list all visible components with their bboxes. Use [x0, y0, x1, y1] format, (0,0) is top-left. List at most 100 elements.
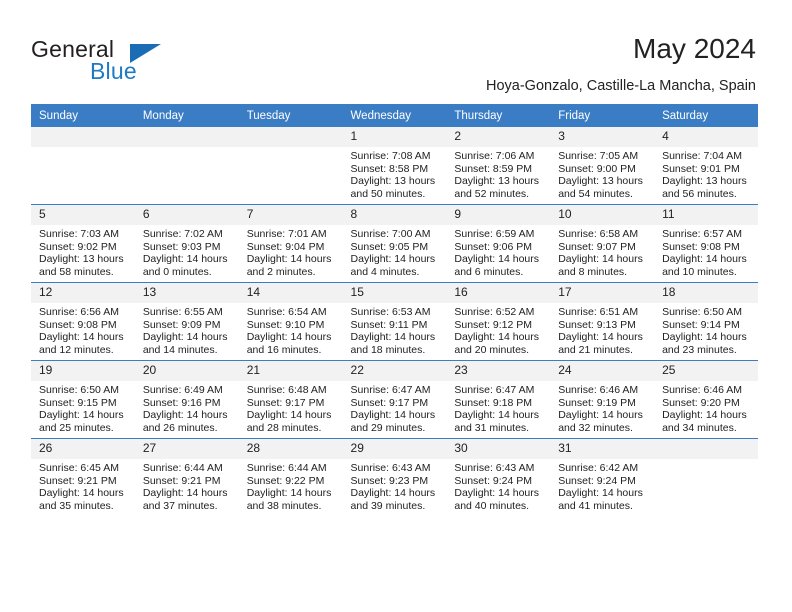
calendar-day-cell[interactable]: 31 Sunrise: 6:42 AM Sunset: 9:24 PM Dayligh…	[550, 438, 655, 516]
calendar-day-cell[interactable]: 23 Sunrise: 6:47 AM Sunset: 9:18 PM Dayligh…	[446, 360, 551, 439]
day-daylight2-text: and 23 minutes.	[662, 343, 737, 356]
day-daylight1-text: Daylight: 14 hours	[350, 487, 436, 500]
day-sun-info: Sunrise: 6:57 AM Sunset: 9:08 PM Daylight:…	[654, 225, 758, 278]
calendar-day-cell[interactable]: 10 Sunrise: 6:58 AM Sunset: 9:07 PM Dayligh…	[550, 204, 655, 283]
calendar-day-cell[interactable]: 29 Sunrise: 6:43 AM Sunset: 9:23 PM Dayligh…	[342, 438, 447, 516]
calendar-day-cell[interactable]: 9 Sunrise: 6:59 AM Sunset: 9:06 PM Daylight…	[446, 204, 551, 283]
day-daylight1-text: Daylight: 14 hours	[39, 409, 124, 422]
calendar-day-cell[interactable]: 20 Sunrise: 6:49 AM Sunset: 9:16 PM Dayligh…	[134, 360, 239, 439]
day-number: 18	[654, 283, 758, 303]
day-number: 17	[550, 283, 655, 303]
day-daylight1-text: Daylight: 14 hours	[350, 253, 436, 266]
day-sunset-text: Sunset: 9:11 PM	[350, 318, 428, 331]
logo[interactable]: General Blue	[31, 36, 211, 88]
day-daylight2-text: and 31 minutes.	[454, 421, 530, 434]
day-number: 16	[446, 283, 551, 303]
calendar-day-cell[interactable]: 3 Sunrise: 7:05 AM Sunset: 9:00 PM Daylight…	[550, 127, 655, 205]
calendar-week-row: 26 Sunrise: 6:45 AM Sunset: 9:21 PM Dayligh…	[31, 438, 758, 516]
day-sun-info: Sunrise: 6:42 AM Sunset: 9:24 PM Daylight:…	[550, 459, 654, 512]
calendar-day-cell[interactable]: 21 Sunrise: 6:48 AM Sunset: 9:17 PM Dayligh…	[238, 360, 343, 439]
day-sun-info: Sunrise: 6:52 AM Sunset: 9:12 PM Daylight:…	[446, 303, 550, 356]
day-daylight2-text: and 34 minutes.	[662, 421, 737, 434]
day-sunset-text: Sunset: 9:18 PM	[454, 396, 533, 409]
day-daylight2-text: and 54 minutes.	[558, 187, 633, 200]
day-sun-info: Sunrise: 6:44 AM Sunset: 9:21 PM Daylight:…	[135, 459, 239, 512]
day-sun-info: Sunrise: 6:43 AM Sunset: 9:23 PM Daylight:…	[343, 459, 447, 512]
calendar-day-cell[interactable]: 16 Sunrise: 6:52 AM Sunset: 9:12 PM Dayligh…	[446, 282, 551, 361]
day-number: 19	[31, 361, 135, 381]
day-daylight2-text: and 39 minutes.	[350, 499, 426, 512]
calendar-day-cell[interactable]: 30 Sunrise: 6:43 AM Sunset: 9:24 PM Dayligh…	[446, 438, 551, 516]
calendar-day-cell[interactable]: 27 Sunrise: 6:44 AM Sunset: 9:21 PM Dayligh…	[134, 438, 239, 516]
day-sunset-text: Sunset: 9:07 PM	[558, 240, 636, 253]
day-daylight2-text: and 16 minutes.	[246, 343, 322, 356]
day-daylight2-text: and 56 minutes.	[662, 187, 737, 200]
calendar-day-cell[interactable]: 4 Sunrise: 7:04 AM Sunset: 9:01 PM Daylight…	[654, 127, 758, 205]
day-number: 31	[550, 439, 655, 459]
day-daylight2-text: and 20 minutes.	[454, 343, 530, 356]
day-sunset-text: Sunset: 9:12 PM	[454, 318, 533, 331]
calendar-day-cell[interactable]: 17 Sunrise: 6:51 AM Sunset: 9:13 PM Dayligh…	[550, 282, 655, 361]
weekday-header-saturday: Saturday	[654, 104, 758, 127]
day-daylight1-text: Daylight: 14 hours	[142, 253, 228, 266]
day-daylight1-text: Daylight: 14 hours	[558, 487, 643, 500]
day-sun-info: Sunrise: 6:47 AM Sunset: 9:17 PM Daylight:…	[343, 381, 447, 434]
day-sunset-text: Sunset: 9:20 PM	[662, 396, 740, 409]
day-sunrise-text: Sunrise: 6:56 AM	[39, 306, 119, 318]
calendar-day-cell[interactable]: 26 Sunrise: 6:45 AM Sunset: 9:21 PM Dayligh…	[31, 438, 135, 516]
calendar-day-cell[interactable]: 22 Sunrise: 6:47 AM Sunset: 9:17 PM Dayligh…	[342, 360, 447, 439]
day-daylight1-text: Daylight: 14 hours	[454, 253, 540, 266]
day-sun-info: Sunrise: 6:43 AM Sunset: 9:24 PM Daylight:…	[446, 459, 550, 512]
calendar-day-cell[interactable]: 13 Sunrise: 6:55 AM Sunset: 9:09 PM Dayligh…	[134, 282, 239, 361]
day-daylight1-text: Daylight: 14 hours	[662, 253, 747, 266]
calendar-week-row: 5 Sunrise: 7:03 AM Sunset: 9:02 PM Daylight…	[31, 204, 758, 283]
calendar-day-cell[interactable]: 1 Sunrise: 7:08 AM Sunset: 8:58 PM Daylight…	[342, 127, 447, 205]
calendar-day-cell[interactable]: 25 Sunrise: 6:46 AM Sunset: 9:20 PM Dayligh…	[654, 360, 758, 439]
day-daylight1-text: Daylight: 14 hours	[142, 331, 228, 344]
day-sun-info: Sunrise: 6:48 AM Sunset: 9:17 PM Daylight:…	[239, 381, 343, 434]
calendar-day-cell[interactable]: 7 Sunrise: 7:01 AM Sunset: 9:04 PM Daylight…	[238, 204, 343, 283]
calendar-day-cell[interactable]: 8 Sunrise: 7:00 AM Sunset: 9:05 PM Daylight…	[342, 204, 447, 283]
day-daylight2-text: and 0 minutes.	[142, 265, 212, 278]
day-number: 13	[134, 283, 239, 303]
calendar-day-cell[interactable]: 28 Sunrise: 6:44 AM Sunset: 9:22 PM Dayligh…	[238, 438, 343, 516]
day-number: 29	[342, 439, 447, 459]
calendar-day-cell[interactable]: 14 Sunrise: 6:54 AM Sunset: 9:10 PM Dayligh…	[238, 282, 343, 361]
calendar-day-cell[interactable]: 18 Sunrise: 6:50 AM Sunset: 9:14 PM Dayligh…	[654, 282, 758, 361]
day-number: 22	[342, 361, 447, 381]
day-sunrise-text: Sunrise: 6:59 AM	[454, 228, 535, 240]
weekday-header-friday: Friday	[550, 104, 655, 127]
calendar-day-cell[interactable]: 2 Sunrise: 7:06 AM Sunset: 8:59 PM Daylight…	[446, 127, 551, 205]
day-daylight1-text: Daylight: 14 hours	[246, 253, 332, 266]
day-daylight2-text: and 41 minutes.	[558, 499, 633, 512]
day-sunset-text: Sunset: 9:22 PM	[246, 474, 325, 487]
day-sunrise-text: Sunrise: 6:52 AM	[454, 306, 535, 318]
day-sunrise-text: Sunrise: 6:48 AM	[246, 384, 327, 396]
day-sunrise-text: Sunrise: 6:51 AM	[558, 306, 639, 318]
weekday-header-monday: Monday	[134, 104, 239, 127]
day-number: 30	[446, 439, 551, 459]
calendar-day-cell[interactable]: 12 Sunrise: 6:56 AM Sunset: 9:08 PM Dayligh…	[31, 282, 135, 361]
calendar-day-cell[interactable]: 15 Sunrise: 6:53 AM Sunset: 9:11 PM Dayligh…	[342, 282, 447, 361]
calendar-day-cell[interactable]: 19 Sunrise: 6:50 AM Sunset: 9:15 PM Dayligh…	[31, 360, 135, 439]
day-daylight2-text: and 37 minutes.	[142, 499, 218, 512]
calendar-day-cell[interactable]: 5 Sunrise: 7:03 AM Sunset: 9:02 PM Daylight…	[31, 204, 135, 283]
day-sunrise-text: Sunrise: 6:58 AM	[558, 228, 639, 240]
day-number: 9	[446, 205, 551, 225]
day-sunset-text: Sunset: 9:01 PM	[662, 162, 740, 175]
calendar-day-cell[interactable]: 11 Sunrise: 6:57 AM Sunset: 9:08 PM Dayligh…	[654, 204, 758, 283]
day-sun-info: Sunrise: 6:51 AM Sunset: 9:13 PM Daylight:…	[550, 303, 654, 356]
day-sunset-text: Sunset: 9:04 PM	[246, 240, 325, 253]
weekday-header-tuesday: Tuesday	[238, 104, 343, 127]
day-sunset-text: Sunset: 9:21 PM	[142, 474, 221, 487]
calendar-day-cell[interactable]: 6 Sunrise: 7:02 AM Sunset: 9:03 PM Daylight…	[134, 204, 239, 283]
day-daylight1-text: Daylight: 14 hours	[662, 331, 747, 344]
day-sunrise-text: Sunrise: 7:01 AM	[246, 228, 327, 240]
day-sun-info: Sunrise: 6:47 AM Sunset: 9:18 PM Daylight:…	[446, 381, 550, 434]
day-sun-info: Sunrise: 7:05 AM Sunset: 9:00 PM Daylight:…	[550, 147, 654, 200]
day-number: 10	[550, 205, 655, 225]
day-sunset-text: Sunset: 9:06 PM	[454, 240, 533, 253]
day-number: 12	[31, 283, 135, 303]
calendar-day-cell[interactable]: 24 Sunrise: 6:46 AM Sunset: 9:19 PM Dayligh…	[550, 360, 655, 439]
day-daylight2-text: and 8 minutes.	[558, 265, 628, 278]
